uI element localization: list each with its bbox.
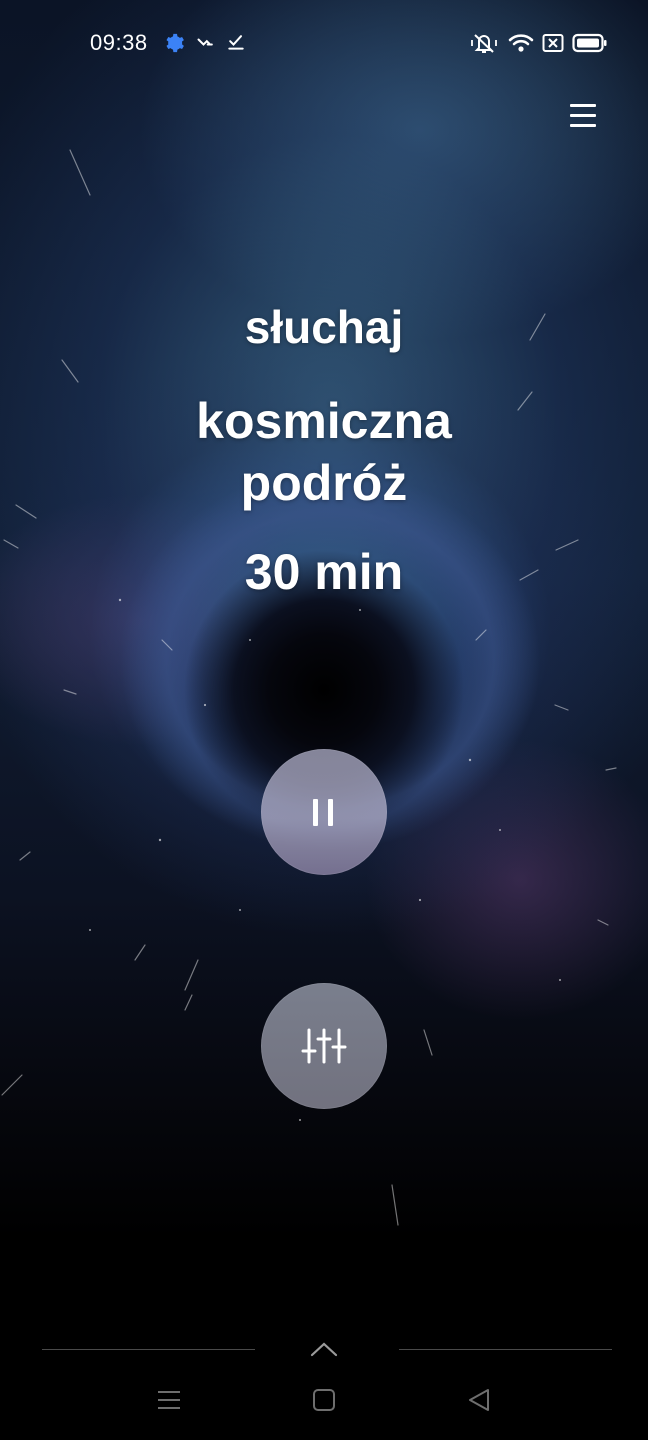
close-box-icon [542, 34, 564, 52]
player-screen: 09:38 słuchaj kosmiczna podróż 30 min [0, 0, 648, 1440]
session-mode: słuchaj [244, 301, 404, 353]
pause-button[interactable] [261, 749, 387, 875]
gesture-divider-right [399, 1349, 612, 1350]
chevron-up-icon[interactable] [309, 1340, 339, 1358]
session-duration: 30 min [244, 544, 404, 600]
battery-icon [572, 33, 607, 53]
home-icon[interactable] [311, 1387, 337, 1413]
space-background [1, 149, 617, 1226]
vibrate-icon [471, 34, 497, 53]
back-icon[interactable] [466, 1387, 492, 1413]
wifi-icon [508, 34, 534, 52]
sliders-icon [301, 1028, 347, 1064]
status-time: 09:38 [90, 30, 148, 55]
gear-icon [166, 33, 184, 53]
session-title: kosmiczna podróż [196, 393, 452, 511]
pause-icon [261, 749, 387, 875]
missed-call-icon [197, 38, 213, 46]
menu-button[interactable] [566, 100, 600, 132]
sound-mixer-button[interactable] [261, 983, 387, 1109]
hamburger-menu-icon [566, 100, 600, 132]
status-bar: 09:38 [0, 0, 648, 86]
recents-icon[interactable] [156, 1387, 182, 1413]
download-check-icon [228, 35, 244, 50]
gesture-divider-left [42, 1349, 255, 1350]
